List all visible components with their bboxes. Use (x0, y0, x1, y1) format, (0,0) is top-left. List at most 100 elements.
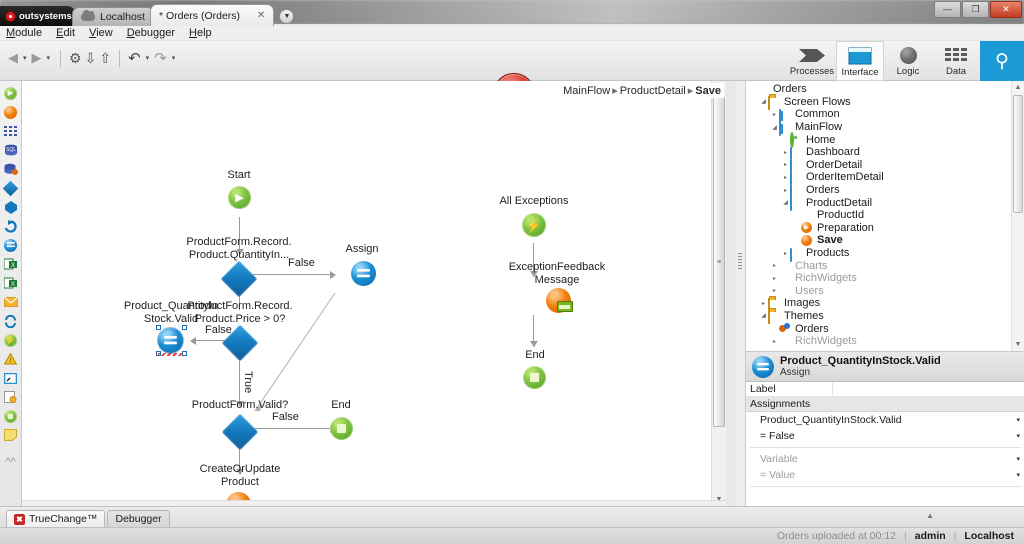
toolbar-section-data[interactable]: Data (932, 41, 980, 81)
forward-icon[interactable]: ▶ (32, 50, 42, 66)
refresh-icon[interactable] (3, 313, 19, 329)
flow-canvas[interactable]: MainFlow ▸ ProductDetail ▸ Save False Fa… (22, 81, 726, 506)
expander-closed-icon[interactable]: ▸ (770, 111, 779, 118)
expander-closed-icon[interactable]: ▸ (770, 275, 779, 282)
gear-icon[interactable]: ⚙ (69, 50, 82, 67)
element-tree[interactable]: Orders ◢ Screen Flows ▸ Common ◢ MainFlow Home ▸… (746, 81, 1024, 351)
tree-item-mainflow[interactable]: ◢ MainFlow (746, 121, 1024, 136)
minimize-button[interactable]: — (934, 1, 961, 18)
menu-item-edit[interactable]: Edit (56, 27, 75, 39)
back-dropdown-icon[interactable]: ▾ (21, 54, 29, 62)
property-value-label[interactable] (832, 382, 1024, 396)
expander-closed-icon[interactable]: ▸ (781, 161, 790, 168)
tree-item-orders[interactable]: Orders (746, 322, 1024, 335)
node-end-exception[interactable]: End (514, 349, 556, 395)
expander-open-icon[interactable]: ◢ (781, 199, 790, 206)
menu-item-debugger[interactable]: Debugger (127, 27, 175, 39)
assignment-value-2[interactable]: = Value ▾ (746, 467, 1024, 483)
chevron-down-icon[interactable]: ▾ (1016, 455, 1020, 463)
tree-item-orderitemdetail[interactable]: ▸ OrderItemDetail (746, 171, 1024, 186)
maximize-button[interactable]: ❐ (962, 1, 989, 18)
tree-scroll-thumb[interactable] (1013, 95, 1023, 213)
toolbar-section-processes[interactable]: Processes (788, 41, 836, 81)
brand-tab[interactable]: outsystems (0, 6, 76, 26)
property-row-label[interactable]: Label (746, 382, 1024, 397)
destination-icon[interactable] (3, 370, 19, 386)
redo-dropdown-icon[interactable]: ▾ (170, 54, 178, 62)
tree-item-orderdetail[interactable]: ▸ OrderDetail (746, 159, 1024, 174)
undo-icon[interactable]: ↷ (128, 49, 141, 67)
node-exception-feedback-message[interactable]: ExceptionFeedback Message (502, 261, 612, 317)
tree-item-common[interactable]: ▸ Common (746, 108, 1024, 123)
assignment-variable-2[interactable]: Variable ▾ (746, 451, 1024, 467)
dock-tab-truechange[interactable]: ✖ TrueChange™ (6, 510, 106, 527)
tree-item-save[interactable]: Save (746, 234, 1024, 247)
excel-import-icon[interactable]: X (3, 256, 19, 272)
splitter-grip[interactable] (738, 253, 742, 269)
expander-closed-icon[interactable]: ▸ (759, 300, 768, 307)
raise-exception-icon[interactable]: ⚡ (3, 332, 19, 348)
tree-item-charts[interactable]: ▸ Charts (746, 259, 1024, 272)
canvas-scroll-thumb[interactable]: ≡ (713, 97, 725, 427)
tree-item-home[interactable]: Home (746, 132, 1024, 149)
toolbar-section-logic[interactable]: Logic (884, 41, 932, 81)
menu-item-module[interactable]: Module (6, 27, 42, 39)
expander-closed-icon[interactable]: ▸ (781, 187, 790, 194)
excel-export-icon[interactable]: X (3, 275, 19, 291)
panel-splitter[interactable] (736, 81, 745, 506)
expander-open-icon[interactable]: ◢ (759, 312, 768, 319)
tree-item-images[interactable]: ▸ Images (746, 297, 1024, 312)
sql-icon[interactable]: SQL (3, 142, 19, 158)
tree-item-productid[interactable]: ProductId (746, 209, 1024, 222)
tree-item-users[interactable]: ▸ Users (746, 285, 1024, 298)
breadcrumb-mainflow[interactable]: MainFlow (563, 85, 610, 97)
tree-scroll-down-icon[interactable]: ▼ (1012, 338, 1024, 351)
publish-icon[interactable]: ⇧ (99, 50, 111, 67)
database-refresh-icon[interactable] (3, 161, 19, 177)
for-each-icon[interactable] (3, 218, 19, 234)
chevron-down-icon[interactable]: ▾ (1016, 432, 1020, 440)
expander-open-icon[interactable]: ◢ (759, 98, 768, 105)
tree-item-preparation[interactable]: ▶ Preparation (746, 222, 1024, 235)
expander-closed-icon[interactable]: ▸ (781, 250, 790, 257)
collapse-icon[interactable]: ^^ (5, 456, 15, 468)
toolbar-section-interface[interactable]: Interface (836, 41, 884, 81)
aggregate-icon[interactable] (3, 123, 19, 139)
expander-closed-icon[interactable]: ▸ (770, 262, 779, 269)
if-icon[interactable] (2, 180, 19, 196)
chevron-down-icon[interactable]: ▾ (1016, 471, 1020, 479)
node-assign-selected[interactable]: Product_QuantityIn Stock.Valid (124, 300, 218, 358)
menu-item-view[interactable]: View (89, 27, 113, 39)
tree-item-orders[interactable]: ▸ Orders (746, 184, 1024, 199)
canvas-vertical-scrollbar[interactable]: ▲ ≡ ▼ (711, 81, 726, 506)
tree-item-dashboard[interactable]: ▸ Dashboard (746, 146, 1024, 161)
merge-icon[interactable]: ⇩ (85, 50, 97, 67)
chevron-down-icon[interactable]: ▼ (279, 9, 295, 24)
tree-item-richwidgets[interactable]: ▸ RichWidgets (746, 272, 1024, 285)
close-icon[interactable]: ✕ (257, 10, 265, 21)
chevron-down-icon[interactable]: ▾ (1016, 416, 1020, 424)
node-all-exceptions[interactable]: All Exceptions ⚡ (499, 195, 569, 243)
assign-icon[interactable] (3, 237, 19, 253)
tree-item-products[interactable]: ▸ Products (746, 247, 1024, 262)
email-icon[interactable] (3, 294, 19, 310)
tree-scroll-up-icon[interactable]: ▲ (1012, 81, 1024, 94)
node-if-valid[interactable]: ProductForm.Valid? (192, 399, 288, 451)
tree-scrollbar[interactable]: ▲ ▼ (1011, 81, 1024, 351)
node-start[interactable]: Start ▶ (218, 169, 260, 217)
switch-icon[interactable] (3, 199, 19, 215)
node-end-false[interactable]: End (320, 399, 362, 447)
expander-open-icon[interactable]: ◢ (770, 124, 779, 131)
web-block-icon[interactable] (3, 389, 19, 405)
action-icon[interactable] (3, 104, 19, 120)
node-if-quantity[interactable]: ProductForm.Record. Product.QuantityIn..… (184, 236, 294, 298)
exception-handler-icon[interactable]: ! (3, 351, 19, 367)
tree-item-screen-flows[interactable]: ◢ Screen Flows (746, 96, 1024, 111)
tree-item-productdetail[interactable]: ◢ ProductDetail (746, 196, 1024, 212)
expander-closed-icon[interactable]: ▸ (781, 149, 790, 156)
tree-item-themes[interactable]: ◢ Themes (746, 310, 1024, 325)
breadcrumb-productdetail[interactable]: ProductDetail (620, 85, 686, 97)
tab-localhost[interactable]: Localhost (72, 7, 154, 26)
expander-closed-icon[interactable]: ▸ (770, 338, 779, 345)
selection-handle-tl[interactable] (156, 325, 161, 330)
